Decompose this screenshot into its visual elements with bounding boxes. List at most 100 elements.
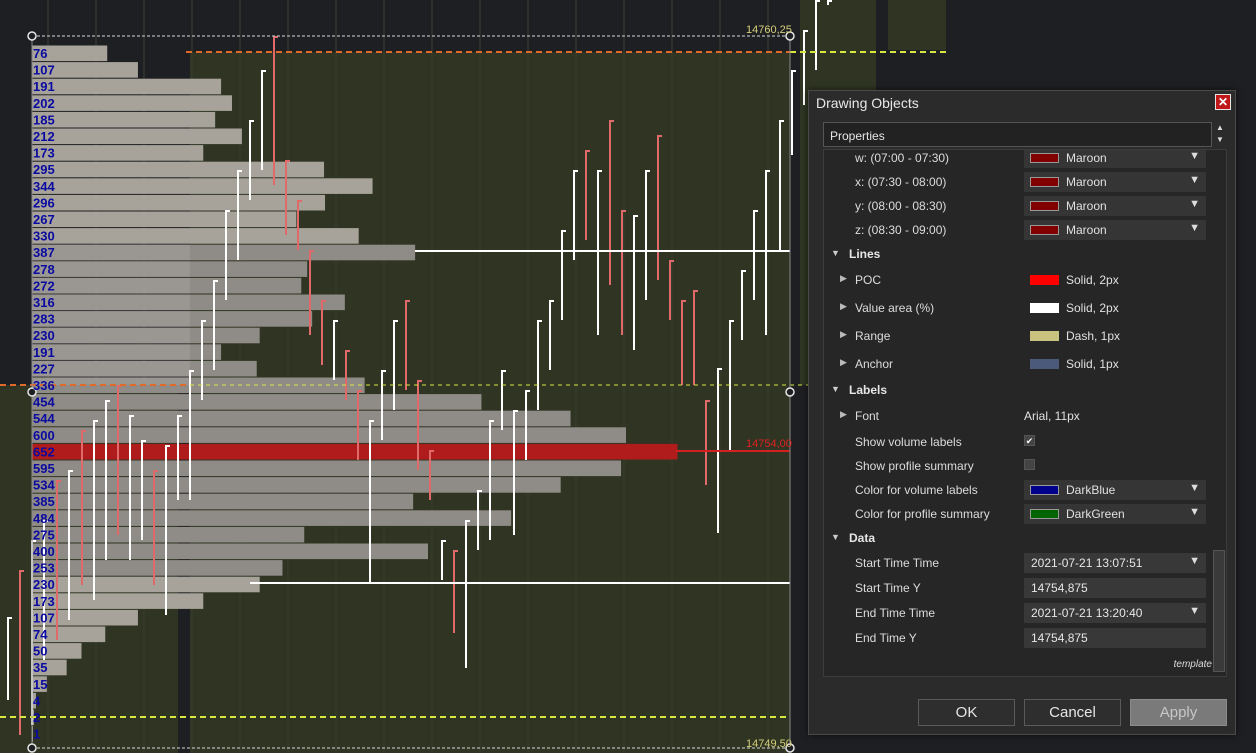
volume-label: 35 — [33, 660, 47, 675]
row-show-profile-summary-label: Show profile summary — [855, 459, 974, 473]
chevron-down-icon[interactable]: ▼ — [1189, 222, 1200, 234]
profile-bar — [32, 460, 622, 477]
row-range[interactable]: ▶ Range Dash, 1px — [824, 324, 1214, 348]
expand-arrow-icon[interactable]: ▶ — [840, 273, 847, 284]
row-start-y-label: Start Time Y — [855, 581, 921, 595]
volume-label: 230 — [33, 577, 55, 592]
property-grid-scrollbar[interactable] — [1213, 550, 1225, 672]
property-grid[interactable]: w: (07:00 - 07:30) Maroon ▼ x: (07:30 - 0… — [823, 149, 1227, 677]
close-icon[interactable]: ✕ — [1215, 94, 1231, 110]
expand-arrow-icon[interactable]: ▶ — [840, 301, 847, 312]
row-y-label: y: (08:00 - 08:30) — [855, 199, 947, 213]
collapse-arrow-icon[interactable]: ▼ — [831, 384, 840, 394]
volume-label: 336 — [33, 378, 55, 393]
row-show-volume-labels[interactable]: Show volume labels ✔ — [824, 430, 1214, 454]
row-poc[interactable]: ▶ POC Solid, 2px — [824, 268, 1214, 292]
end-y-input[interactable]: 14754,875 — [1024, 628, 1206, 648]
poc-color-swatch — [1030, 275, 1059, 285]
end-time-picker[interactable]: 2021-07-21 13:20:40 ▼ — [1024, 603, 1206, 623]
row-w-label: w: (07:00 - 07:30) — [855, 151, 950, 165]
row-poc-value: Solid, 2px — [1066, 273, 1119, 287]
row-w-color-select[interactable]: Maroon ▼ — [1024, 150, 1206, 168]
row-volume-label-color-label: Color for volume labels — [855, 483, 978, 497]
row-x-label: x: (07:30 - 08:00) — [855, 175, 947, 189]
row-font-label: Font — [855, 409, 880, 423]
anchor-handle-bottom-left[interactable] — [27, 743, 37, 753]
volume-label: 344 — [33, 179, 55, 194]
category-lines[interactable]: ▼ Lines — [824, 242, 1214, 266]
row-y-color-select[interactable]: Maroon ▼ — [1024, 196, 1206, 216]
profile-bar — [32, 543, 428, 560]
volume-label: 76 — [33, 46, 47, 61]
volume-label: 278 — [33, 262, 55, 277]
row-end-y[interactable]: End Time Y 14754,875 — [824, 626, 1214, 650]
chevron-down-icon[interactable]: ▼ — [1189, 555, 1200, 567]
row-start-time[interactable]: Start Time Time 2021-07-21 13:07:51 ▼ — [824, 551, 1214, 575]
collapse-arrow-icon[interactable]: ▼ — [831, 532, 840, 542]
chevron-down-icon[interactable]: ▼ — [1189, 174, 1200, 186]
expand-arrow-icon[interactable]: ▶ — [840, 409, 847, 420]
scroll-up-icon[interactable]: ▲ — [1213, 122, 1227, 134]
volume-label: 2 — [33, 710, 40, 725]
anchor-handle-mid-right[interactable] — [785, 387, 795, 397]
cancel-button[interactable]: Cancel — [1024, 699, 1121, 726]
volume-label: 107 — [33, 610, 55, 625]
row-z-color-value: Maroon — [1066, 223, 1107, 237]
header-scroll-arrows[interactable]: ▲ ▼ — [1213, 122, 1227, 149]
chevron-down-icon[interactable]: ▼ — [1189, 605, 1200, 617]
volume-label: 484 — [33, 511, 55, 526]
expand-arrow-icon[interactable]: ▶ — [840, 357, 847, 368]
scroll-down-icon[interactable]: ▼ — [1213, 134, 1227, 146]
volume-label: 1 — [33, 727, 40, 742]
row-x-color-select[interactable]: Maroon ▼ — [1024, 172, 1206, 192]
row-anchor[interactable]: ▶ Anchor Solid, 1px — [824, 352, 1214, 376]
row-z[interactable]: z: (08:30 - 09:00) Maroon ▼ — [824, 218, 1214, 242]
volume-label: 74 — [33, 627, 48, 642]
row-value-area-label: Value area (%) — [855, 301, 935, 315]
row-show-profile-summary[interactable]: Show profile summary — [824, 454, 1214, 478]
template-link[interactable]: template — [1174, 659, 1212, 670]
volume-label: 400 — [33, 544, 55, 559]
collapse-arrow-icon[interactable]: ▼ — [831, 248, 840, 258]
end-y-value: 14754,875 — [1031, 631, 1088, 645]
show-profile-summary-checkbox[interactable] — [1024, 459, 1035, 470]
row-anchor-label: Anchor — [855, 357, 894, 371]
chevron-down-icon[interactable]: ▼ — [1189, 198, 1200, 210]
anchor-handle-top-left[interactable] — [27, 31, 37, 41]
apply-button[interactable]: Apply — [1130, 699, 1227, 726]
row-value-area[interactable]: ▶ Value area (%) Solid, 2px — [824, 296, 1214, 320]
row-start-y[interactable]: Start Time Y 14754,875 — [824, 576, 1214, 600]
row-end-time-label: End Time Time — [855, 606, 936, 620]
chevron-down-icon[interactable]: ▼ — [1189, 150, 1200, 162]
category-data[interactable]: ▼ Data — [824, 526, 1214, 550]
row-range-value: Dash, 1px — [1066, 329, 1121, 343]
volume-label: 227 — [33, 361, 55, 376]
start-time-picker[interactable]: 2021-07-21 13:07:51 ▼ — [1024, 553, 1206, 573]
properties-header: Properties — [823, 122, 1212, 147]
drawing-objects-dialog[interactable]: Drawing Objects ✕ Properties ▲ ▼ w: (07:0… — [808, 90, 1236, 735]
row-font-value: Arial, 11px — [1024, 409, 1080, 423]
volume-label-color-select[interactable]: DarkBlue ▼ — [1024, 480, 1206, 500]
chevron-down-icon[interactable]: ▼ — [1189, 506, 1200, 518]
row-font[interactable]: ▶ Font Arial, 11px — [824, 404, 1214, 428]
volume-label: 173 — [33, 146, 55, 161]
profile-summary-color-select[interactable]: DarkGreen ▼ — [1024, 504, 1206, 524]
row-y[interactable]: y: (08:00 - 08:30) Maroon ▼ — [824, 194, 1214, 218]
expand-arrow-icon[interactable]: ▶ — [840, 329, 847, 340]
category-lines-label: Lines — [849, 247, 881, 261]
start-y-input[interactable]: 14754,875 — [1024, 578, 1206, 598]
row-x[interactable]: x: (07:30 - 08:00) Maroon ▼ — [824, 170, 1214, 194]
row-volume-label-color[interactable]: Color for volume labels DarkBlue ▼ — [824, 478, 1214, 502]
row-end-time[interactable]: End Time Time 2021-07-21 13:20:40 ▼ — [824, 601, 1214, 625]
category-labels[interactable]: ▼ Labels — [824, 378, 1214, 402]
row-w[interactable]: w: (07:00 - 07:30) Maroon ▼ — [824, 150, 1214, 170]
start-y-value: 14754,875 — [1031, 581, 1088, 595]
volume-label: 296 — [33, 195, 55, 210]
show-volume-labels-checkbox[interactable]: ✔ — [1024, 435, 1035, 446]
profile-bar — [32, 427, 626, 443]
profile-bar — [32, 78, 222, 95]
row-z-color-select[interactable]: Maroon ▼ — [1024, 220, 1206, 240]
chevron-down-icon[interactable]: ▼ — [1189, 482, 1200, 494]
ok-button[interactable]: OK — [918, 699, 1015, 726]
row-profile-summary-color[interactable]: Color for profile summary DarkGreen ▼ — [824, 502, 1214, 526]
